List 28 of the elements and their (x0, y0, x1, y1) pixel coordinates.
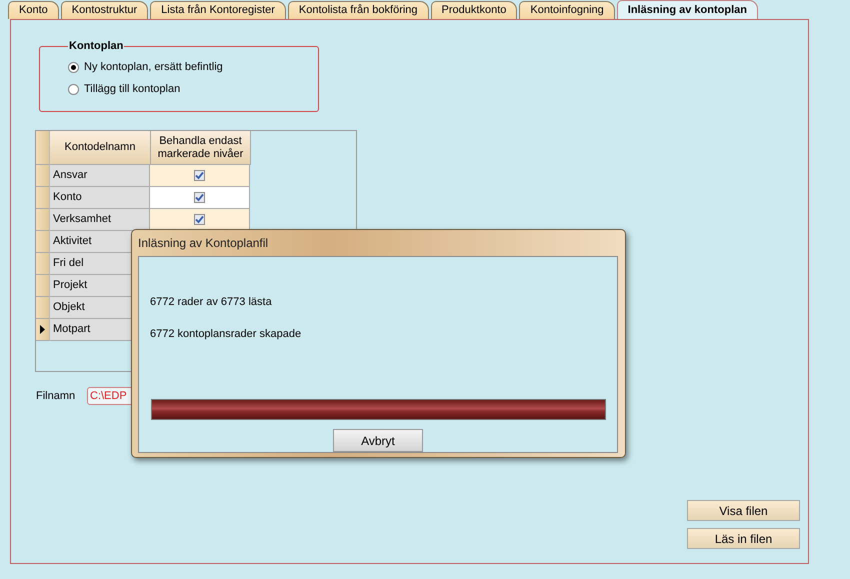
row-header[interactable] (36, 319, 50, 341)
tab[interactable]: Lista från Kontoregister (150, 1, 286, 19)
action-button[interactable]: Visa filen (687, 500, 800, 521)
status-text: 6772 kontoplansrader skapade (150, 328, 302, 340)
tab[interactable]: Produktkonto (430, 1, 518, 19)
checkbox[interactable] (194, 192, 205, 203)
radio-label[interactable]: Tillägg till kontoplan (84, 83, 180, 95)
radio-label[interactable]: Ny kontoplan, ersätt befintlig (84, 61, 223, 73)
group-title: Kontoplan (68, 40, 124, 52)
tab[interactable]: Inläsning av kontoplan (616, 0, 758, 20)
tab[interactable]: Kontostruktur (60, 1, 148, 19)
checkbox[interactable] (194, 214, 205, 225)
cancel-button[interactable]: Avbryt (333, 429, 423, 452)
tab[interactable]: Konto (8, 1, 59, 19)
checkbox[interactable] (194, 170, 205, 181)
current-row-icon (40, 325, 45, 334)
table-cell: Ansvar (50, 165, 150, 187)
tab[interactable]: Kontolista från bokföring (288, 1, 429, 19)
column-header[interactable]: Behandla endast markerade nivåer (151, 131, 251, 165)
tab[interactable]: Kontoinfogning (519, 1, 615, 19)
table-cell: Konto (50, 187, 150, 209)
field-label: Filnamn (36, 390, 76, 402)
radio-button[interactable] (68, 62, 79, 72)
table-cell: Verksamhet (50, 209, 150, 231)
status-text: 6772 rader av 6773 lästa (150, 296, 273, 308)
radio-button[interactable] (68, 84, 79, 94)
action-button[interactable]: Läs in filen (687, 528, 800, 549)
column-header[interactable]: Kontodelnamn (50, 131, 151, 165)
